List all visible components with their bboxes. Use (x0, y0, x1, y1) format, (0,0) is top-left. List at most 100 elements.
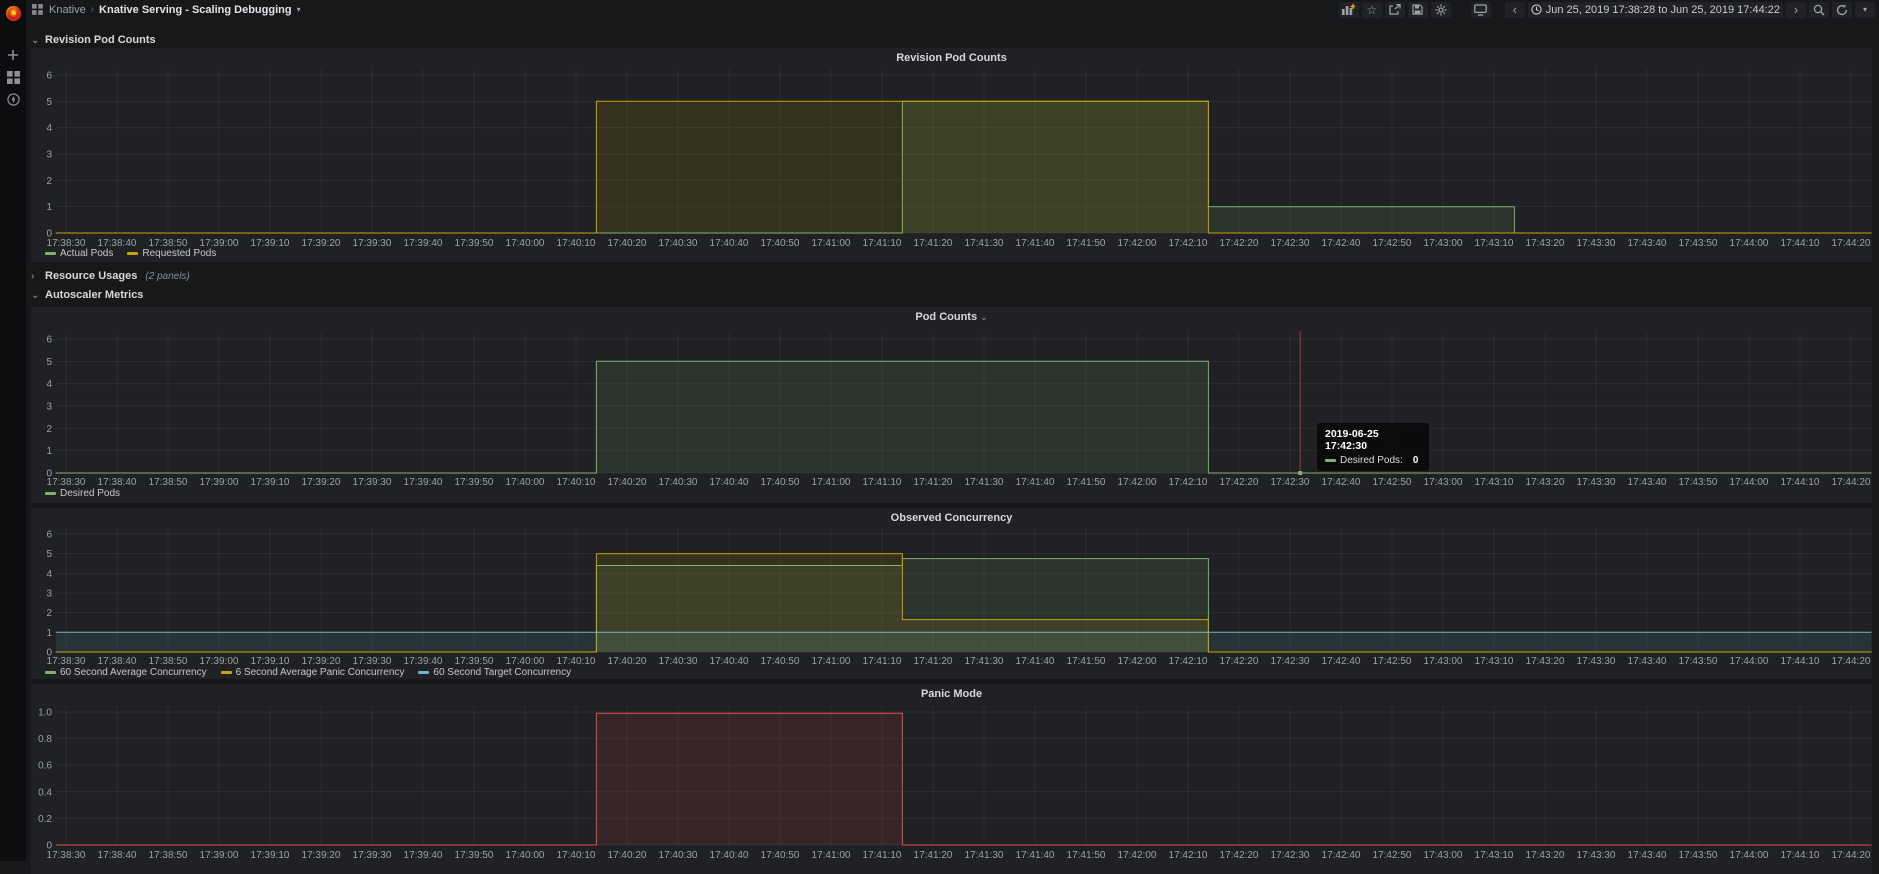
y-axis-label: 0.2 (38, 814, 52, 825)
x-axis-label: 17:42:50 (1373, 477, 1412, 488)
x-axis-label: 17:43:50 (1679, 238, 1718, 249)
dashboards-icon[interactable] (0, 66, 26, 88)
star-icon: ☆ (1366, 2, 1378, 17)
x-axis-label: 17:40:30 (659, 656, 698, 667)
time-step-back-button[interactable]: ‹ (1504, 1, 1525, 18)
x-axis-label: 17:42:30 (1271, 656, 1310, 667)
legend-item[interactable]: Desired Pods (45, 488, 120, 499)
breadcrumb-folder[interactable]: Knative (49, 4, 86, 16)
dashboard-title-caret-icon[interactable]: ▾ (297, 5, 301, 14)
y-axis-label: 6 (46, 335, 52, 346)
time-range-picker[interactable]: Jun 25, 2019 17:38:28 to Jun 25, 2019 17… (1527, 1, 1783, 18)
x-axis-label: 17:40:10 (557, 477, 596, 488)
y-axis-label: 0.4 (38, 787, 52, 798)
legend-series-label: Desired Pods (60, 488, 121, 499)
x-axis-label: 17:42:40 (1322, 850, 1361, 861)
row-header-autoscaler-metrics[interactable]: ⌄ Autoscaler Metrics (31, 288, 143, 302)
add-panel-button[interactable] (1338, 1, 1359, 18)
x-axis-label: 17:43:30 (1577, 477, 1616, 488)
x-axis-label: 17:38:40 (98, 477, 137, 488)
x-axis-label: 17:41:10 (863, 850, 902, 861)
x-axis-label: 17:41:20 (914, 850, 953, 861)
x-axis-label: 17:42:20 (1220, 656, 1259, 667)
legend-item[interactable]: 60 Second Target Concurrency (418, 667, 571, 678)
x-axis-label: 17:40:30 (659, 477, 698, 488)
side-menu (0, 0, 26, 861)
time-step-forward-button[interactable]: › (1786, 1, 1806, 18)
panel-pod-counts: 0 1 2 3 4 5 6 17:38:30 17:38:40 17:38:50 17:39:00 1… (31, 307, 1872, 503)
chart-canvas[interactable]: 00.20.40.60.81.017:38:30 17:38:40 17:38:50… (31, 684, 1872, 874)
legend-item[interactable]: 60 Second Average Concurrency (45, 667, 207, 678)
x-axis-label: 17:39:30 (353, 850, 392, 861)
row-header-resource-usages[interactable]: › Resource Usages (2 panels) (31, 269, 190, 283)
zoom-out-button[interactable] (1809, 1, 1829, 18)
row-header-revision-pod-counts[interactable]: ⌄ Revision Pod Counts (31, 33, 156, 47)
y-axis-label: 5 (46, 549, 52, 560)
caret-down-icon: ▾ (1862, 5, 1867, 14)
x-axis-label: 17:39:50 (455, 656, 494, 667)
x-axis-label: 17:39:20 (302, 656, 341, 667)
x-axis-label: 17:39:20 (302, 477, 341, 488)
x-axis-label: 17:42:10 (1169, 656, 1208, 667)
cycle-view-mode-button[interactable] (1470, 1, 1491, 18)
x-axis-label: 17:40:20 (608, 238, 647, 249)
x-axis-label: 17:42:30 (1271, 238, 1310, 249)
refresh-interval-button[interactable]: ▾ (1855, 1, 1875, 18)
save-button[interactable] (1407, 1, 1428, 18)
chart-canvas[interactable]: 012345617:38:30 17:38:40 17:38:50 17:39:00 1… (31, 508, 1872, 679)
x-axis-label: 17:41:40 (1016, 850, 1055, 861)
series-area (55, 713, 1872, 845)
chevron-down-icon: ⌄ (31, 34, 40, 46)
explore-compass-icon[interactable] (0, 88, 26, 110)
time-range-label: Jun 25, 2019 17:38:28 to Jun 25, 2019 17… (1545, 3, 1780, 16)
x-axis-label: 17:41:40 (1016, 238, 1055, 249)
y-axis-label: 4 (46, 123, 52, 134)
x-axis-label: 17:39:50 (455, 850, 494, 861)
x-axis-label: 17:39:00 (200, 656, 239, 667)
x-axis-label: 17:44:20 (1832, 656, 1871, 667)
x-axis-label: 17:43:50 (1679, 656, 1718, 667)
chart-canvas[interactable]: 012345617:38:30 17:38:40 17:38:50 17:39:00 1… (31, 48, 1872, 262)
share-button[interactable] (1384, 1, 1405, 18)
y-axis-label: 0.8 (38, 734, 52, 745)
legend-series-label: 6 Second Average Panic Concurrency (235, 667, 405, 678)
x-axis-label: 17:39:00 (200, 477, 239, 488)
x-axis-label: 17:42:00 (1118, 477, 1157, 488)
legend-item[interactable]: Requested Pods (127, 248, 216, 259)
grafana-logo-icon[interactable] (0, 2, 26, 24)
x-axis-label: 17:43:10 (1475, 850, 1514, 861)
panel-title[interactable]: Revision Pod Counts (31, 52, 1872, 64)
x-axis-label: 17:41:30 (965, 656, 1004, 667)
legend-item[interactable]: 6 Second Average Panic Concurrency (220, 667, 405, 678)
x-axis-label: 17:41:20 (914, 477, 953, 488)
legend-item[interactable]: Actual Pods (45, 248, 113, 259)
legend-series-dash (45, 492, 56, 495)
panel-title[interactable]: Panic Mode (31, 688, 1872, 700)
x-axis-label: 17:42:00 (1118, 850, 1157, 861)
x-axis-label: 17:38:40 (98, 656, 137, 667)
panel-title[interactable]: Pod Counts ⌄ (31, 311, 1872, 323)
legend-series-label: Actual Pods (60, 248, 114, 259)
y-axis-label: 1 (46, 628, 52, 639)
x-axis-label: 17:39:10 (251, 477, 290, 488)
x-axis-label: 17:40:10 (557, 238, 596, 249)
x-axis-label: 17:43:00 (1424, 850, 1463, 861)
y-axis-label: 3 (46, 150, 52, 161)
star-button[interactable]: ☆ (1361, 1, 1382, 18)
x-axis-label: 17:41:40 (1016, 477, 1055, 488)
panel-title[interactable]: Observed Concurrency (31, 512, 1872, 524)
x-axis-label: 17:43:40 (1628, 656, 1667, 667)
x-axis-label: 17:41:10 (863, 656, 902, 667)
refresh-button[interactable] (1832, 1, 1852, 18)
x-axis-label: 17:39:20 (302, 850, 341, 861)
x-axis-label: 17:39:50 (455, 477, 494, 488)
dashboard-settings-button[interactable] (1430, 1, 1451, 18)
x-axis-label: 17:43:40 (1628, 850, 1667, 861)
y-axis-label: 5 (46, 97, 52, 108)
dashboard-title[interactable]: Knative Serving - Scaling Debugging (99, 4, 292, 16)
legend-series-dash (127, 252, 139, 255)
panel-menu-caret-icon[interactable]: ⌄ (980, 312, 988, 322)
add-icon[interactable] (0, 44, 26, 66)
x-axis-label: 17:41:50 (1067, 477, 1106, 488)
chart-canvas[interactable]: 012345617:38:30 17:38:40 17:38:50 17:39:00 1… (31, 307, 1872, 503)
